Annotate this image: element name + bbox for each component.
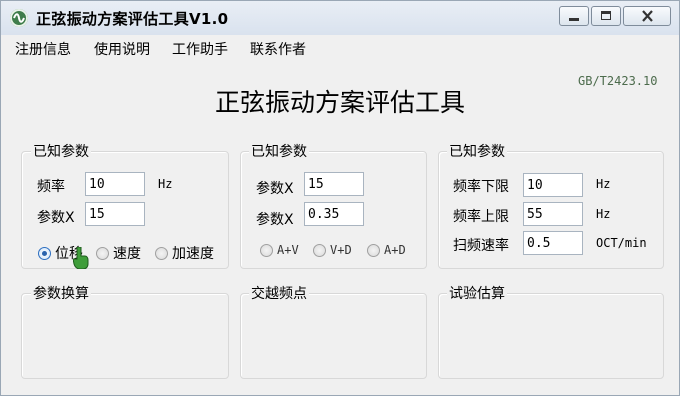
minimize-button[interactable]: [559, 6, 589, 26]
radio-icon: [367, 243, 380, 257]
hand-cursor-icon: [73, 247, 89, 269]
fmin-input[interactable]: [523, 173, 583, 197]
radio-icon: [260, 243, 273, 257]
crossover-title: 交越频点: [249, 283, 309, 303]
paramx-label: 参数X: [37, 210, 75, 226]
maximize-button[interactable]: [591, 6, 621, 26]
close-button[interactable]: [623, 6, 671, 26]
radio-velocity[interactable]: 速度: [96, 243, 141, 263]
estimate-result-group: [438, 293, 664, 379]
estimate-title: 试验估算: [447, 283, 507, 303]
radio-icon: [96, 246, 109, 260]
sweep-input[interactable]: [523, 231, 583, 255]
sweep-unit: OCT/min: [596, 236, 647, 250]
param1-input[interactable]: [304, 172, 364, 196]
maximize-icon: [601, 11, 611, 20]
radio-icon: [313, 243, 326, 257]
fmax-unit: Hz: [596, 207, 611, 221]
paramx-input[interactable]: [85, 202, 145, 226]
param1-label: 参数X: [256, 181, 294, 197]
fmax-input[interactable]: [523, 202, 583, 226]
radio-v-d[interactable]: V+D: [313, 243, 352, 257]
group-title-1: 已知参数: [31, 141, 91, 161]
title-bar[interactable]: 正弦振动方案评估工具V1.0: [1, 1, 679, 36]
param2-label: 参数X: [256, 212, 294, 228]
fmin-unit: Hz: [596, 177, 611, 191]
radio-checked-icon: [38, 246, 51, 260]
freq-label: 频率: [37, 179, 65, 195]
conversion-result-group: [21, 293, 229, 379]
menu-contact[interactable]: 联系作者: [250, 39, 306, 59]
radio-icon: [155, 246, 168, 260]
radio-a-v[interactable]: A+V: [260, 243, 299, 257]
freq-unit: Hz: [158, 177, 173, 191]
menu-bar: 注册信息 使用说明 工作助手 联系作者: [1, 35, 679, 59]
param2-input[interactable]: [304, 202, 364, 226]
conversion-title: 参数换算: [31, 283, 91, 303]
fmax-label: 频率上限: [453, 209, 509, 225]
menu-tools[interactable]: 工作助手: [172, 39, 228, 59]
page-title: 正弦振动方案评估工具: [214, 88, 465, 117]
app-window: 正弦振动方案评估工具V1.0 注册信息 使用说明 工作助手 联系作者 GB/T2…: [0, 0, 680, 396]
crossover-result-group: [240, 293, 427, 379]
window-title: 正弦振动方案评估工具V1.0: [36, 10, 229, 28]
group-title-2: 已知参数: [249, 141, 309, 161]
minimize-icon: [569, 18, 579, 21]
radio-a-d[interactable]: A+D: [367, 243, 406, 257]
fmin-label: 频率下限: [453, 179, 509, 195]
sweep-label: 扫频速率: [453, 238, 509, 254]
freq-input[interactable]: [85, 172, 145, 196]
menu-register[interactable]: 注册信息: [15, 39, 71, 59]
close-icon: [642, 10, 653, 22]
radio-acceleration[interactable]: 加速度: [155, 243, 214, 263]
app-icon: [10, 9, 28, 27]
group-title-3: 已知参数: [447, 141, 507, 161]
menu-help[interactable]: 使用说明: [94, 39, 150, 59]
